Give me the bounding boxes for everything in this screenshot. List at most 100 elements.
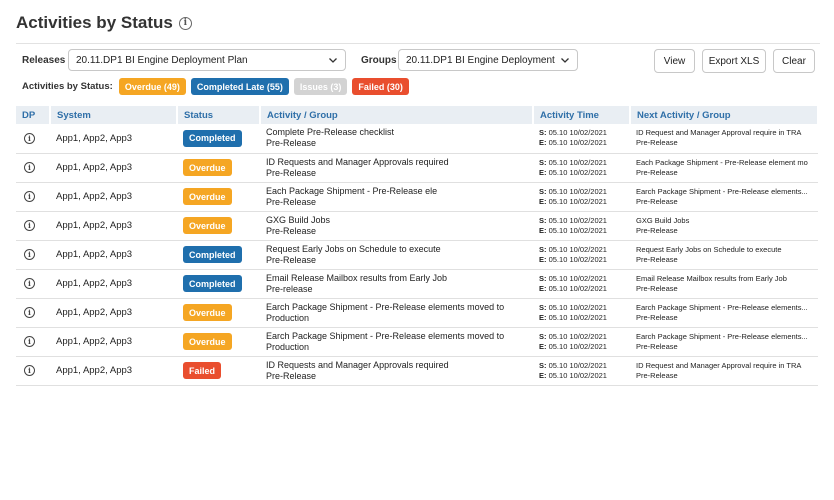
system-cell: App1, App2, App3 xyxy=(50,298,177,328)
end-time: 05.10 10/02/2021 xyxy=(548,341,607,351)
status-cell: Completed xyxy=(177,124,260,154)
table-row[interactable]: i App1, App2, App3 Overdue Earch Package Sh… xyxy=(16,298,818,328)
activity-name[interactable]: GXG Build Jobs xyxy=(266,215,533,226)
activity-name[interactable]: Email Release Mailbox results from Early… xyxy=(266,273,533,284)
failed-filter-pill[interactable]: Failed (30) xyxy=(352,78,409,95)
next-activity-cell: Earch Package Shipment - Pre-Release ele… xyxy=(630,182,818,212)
completed-late-filter-pill[interactable]: Completed Late (55) xyxy=(190,78,289,95)
next-activity-name: Earch Package Shipment - Pre-Release ele… xyxy=(636,186,808,196)
system-cell: App1, App2, App3 xyxy=(50,269,177,299)
table-row[interactable]: i App1, App2, App3 Overdue GXG Build Jobs Pr… xyxy=(16,211,818,241)
activities-table: DP System Status Activity / Group Activi… xyxy=(16,106,819,386)
next-activity-group: Pre-Release xyxy=(636,225,678,235)
info-icon[interactable]: i xyxy=(178,16,192,30)
info-circle-icon[interactable]: i xyxy=(24,191,35,202)
activity-name[interactable]: Each Package Shipment - Pre-Release ele xyxy=(266,186,533,197)
table-row[interactable]: i App1, App2, App3 Completed Email Release … xyxy=(16,269,818,299)
end-time: 05.10 10/02/2021 xyxy=(548,254,607,264)
export-xls-button[interactable]: Export XLS xyxy=(702,49,766,73)
table-body: i App1, App2, App3 Completed Complete Pre-R… xyxy=(16,124,818,386)
next-activity-name: Email Release Mailbox results from Early… xyxy=(636,273,787,283)
start-prefix: S: xyxy=(539,157,547,167)
dp-cell: i xyxy=(16,240,50,270)
status-badge: Overdue xyxy=(183,188,232,205)
activity-name[interactable]: Earch Package Shipment - Pre-Release ele… xyxy=(266,331,533,342)
chevron-down-icon xyxy=(329,58,337,63)
table-row[interactable]: i App1, App2, App3 Completed Complete Pre-R… xyxy=(16,124,818,154)
column-header-status[interactable]: Status xyxy=(177,106,261,124)
end-time: 05.10 10/02/2021 xyxy=(548,283,607,293)
activity-time-cell: S: 05.10 10/02/2021 E: 05.10 10/02/2021 xyxy=(533,211,630,241)
next-activity-group: Pre-Release xyxy=(636,254,678,264)
system-cell: App1, App2, App3 xyxy=(50,211,177,241)
start-time: 05.10 10/02/2021 xyxy=(548,186,607,196)
end-time: 05.10 10/02/2021 xyxy=(548,312,607,322)
info-circle-icon[interactable]: i xyxy=(24,365,35,376)
column-header-activity-group[interactable]: Activity / Group xyxy=(260,106,534,124)
dp-cell: i xyxy=(16,124,50,154)
column-header-dp[interactable]: DP xyxy=(16,106,51,124)
table-row[interactable]: i App1, App2, App3 Failed ID Requests and M… xyxy=(16,356,818,386)
table-row[interactable]: i App1, App2, App3 Completed Request Early … xyxy=(16,240,818,270)
column-header-system[interactable]: System xyxy=(50,106,178,124)
table-row[interactable]: i App1, App2, App3 Overdue ID Requests and … xyxy=(16,153,818,183)
activity-cell: Earch Package Shipment - Pre-Release ele… xyxy=(260,298,533,328)
dp-cell: i xyxy=(16,153,50,183)
dp-cell: i xyxy=(16,356,50,386)
info-circle-icon[interactable]: i xyxy=(24,336,35,347)
info-circle-icon[interactable]: i xyxy=(24,307,35,318)
releases-label: Releases xyxy=(22,55,66,66)
next-activity-group: Pre-Release xyxy=(636,370,678,380)
activity-name[interactable]: Request Early Jobs on Schedule to execut… xyxy=(266,244,533,255)
activity-name[interactable]: ID Requests and Manager Approvals requir… xyxy=(266,360,533,371)
start-prefix: S: xyxy=(539,128,547,138)
status-badge: Overdue xyxy=(183,304,232,321)
column-header-activity-time[interactable]: Activity Time xyxy=(533,106,631,124)
activity-group: Pre-Release xyxy=(266,225,317,236)
status-badge: Overdue xyxy=(183,159,232,176)
next-activity-cell: Request Early Jobs on Schedule to execut… xyxy=(630,240,818,270)
activity-name[interactable]: Earch Package Shipment - Pre-Release ele… xyxy=(266,302,533,313)
start-time: 05.10 10/02/2021 xyxy=(548,215,607,225)
info-circle-icon[interactable]: i xyxy=(24,278,35,289)
activity-cell: Each Package Shipment - Pre-Release ele P… xyxy=(260,182,533,212)
column-header-next-activity-group[interactable]: Next Activity / Group xyxy=(630,106,819,124)
status-badge: Completed xyxy=(183,275,242,292)
system-cell: App1, App2, App3 xyxy=(50,240,177,270)
releases-select[interactable]: 20.11.DP1 BI Engine Deployment Plan xyxy=(68,49,346,71)
dp-cell: i xyxy=(16,211,50,241)
table-row[interactable]: i App1, App2, App3 Overdue Each Package Shi… xyxy=(16,182,818,212)
end-prefix: E: xyxy=(539,138,547,148)
status-badge: Completed xyxy=(183,129,242,147)
dp-cell: i xyxy=(16,327,50,357)
clear-button[interactable]: Clear xyxy=(773,49,815,73)
table-row[interactable]: i App1, App2, App3 Overdue Earch Package Sh… xyxy=(16,327,818,357)
next-activity-cell: Each Package Shipment - Pre-Release elem… xyxy=(630,153,818,183)
next-activity-name: Request Early Jobs on Schedule to execut… xyxy=(636,244,782,254)
end-time: 05.10 10/02/2021 xyxy=(548,138,607,148)
activity-time-cell: S: 05.10 10/02/2021 E: 05.10 10/02/2021 xyxy=(533,124,630,154)
start-prefix: S: xyxy=(539,244,547,254)
info-circle-icon[interactable]: i xyxy=(24,249,35,260)
issues-filter-pill[interactable]: Issues (3) xyxy=(293,78,348,95)
activity-name[interactable]: Complete Pre-Release checklist xyxy=(266,127,533,138)
overdue-filter-pill[interactable]: Overdue (49) xyxy=(118,78,186,95)
info-circle-icon[interactable]: i xyxy=(24,132,35,144)
end-prefix: E: xyxy=(539,196,547,206)
start-time: 05.10 10/02/2021 xyxy=(548,128,607,138)
end-prefix: E: xyxy=(539,370,547,380)
activity-name[interactable]: ID Requests and Manager Approvals requir… xyxy=(266,157,533,168)
status-badge: Overdue xyxy=(183,333,232,350)
page-title: Activities by Status i xyxy=(16,13,192,33)
activity-group: Production xyxy=(266,312,310,323)
groups-select[interactable]: 20.11.DP1 BI Engine Deployment Plan xyxy=(398,49,578,71)
info-circle-icon[interactable]: i xyxy=(24,220,35,231)
view-button[interactable]: View xyxy=(654,49,695,73)
next-activity-group: Pre-Release xyxy=(636,341,678,351)
info-circle-icon[interactable]: i xyxy=(24,162,35,173)
activity-time-cell: S: 05.10 10/02/2021 E: 05.10 10/02/2021 xyxy=(533,356,630,386)
activity-cell: Earch Package Shipment - Pre-Release ele… xyxy=(260,327,533,357)
dp-cell: i xyxy=(16,298,50,328)
activity-time-cell: S: 05.10 10/02/2021 E: 05.10 10/02/2021 xyxy=(533,327,630,357)
next-activity-group: Pre-Release xyxy=(636,283,678,293)
